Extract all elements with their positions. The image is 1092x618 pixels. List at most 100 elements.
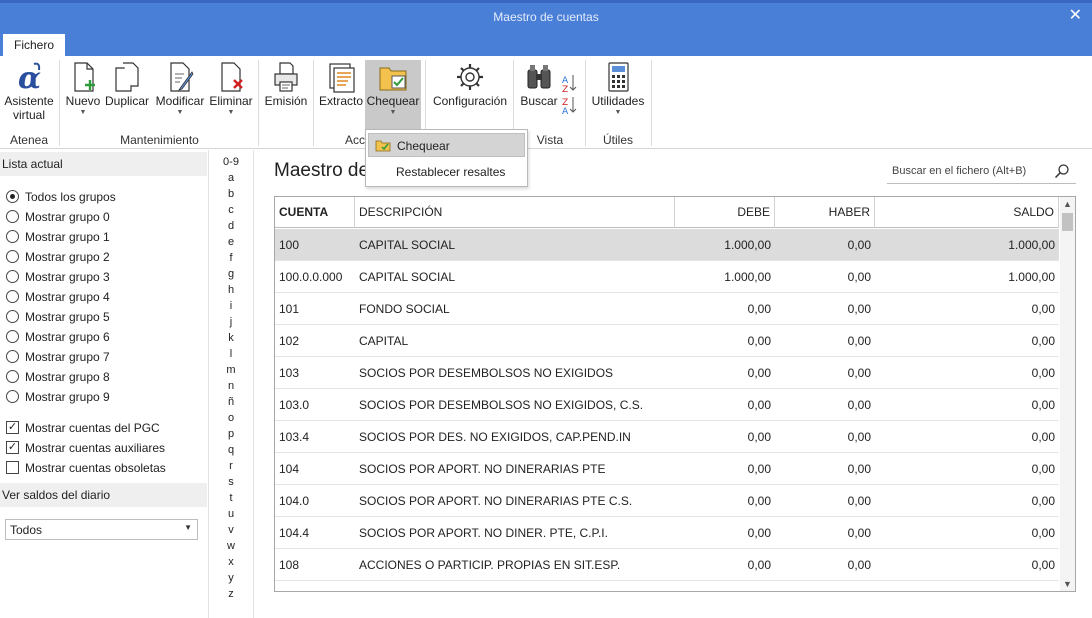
checkbox-icon[interactable] bbox=[6, 461, 19, 474]
menu-item-restablecer-resaltes[interactable]: Restablecer resaltes bbox=[396, 165, 505, 179]
alphabet-index-letter[interactable]: z bbox=[209, 588, 253, 600]
table-row[interactable]: 100 CAPITAL SOCIAL 1.000,00 0,00 1.000,00 bbox=[275, 229, 1059, 261]
alphabet-index-letter[interactable]: s bbox=[209, 476, 253, 488]
column-header-saldo[interactable]: SALDO bbox=[875, 197, 1059, 228]
close-icon[interactable]: ✕ bbox=[1069, 5, 1082, 25]
alphabet-index-letter[interactable]: f bbox=[209, 252, 253, 264]
alphabet-index-letter[interactable]: h bbox=[209, 284, 253, 296]
alphabet-index-letter[interactable]: 0-9 bbox=[209, 156, 253, 168]
configuracion-button[interactable]: Configuración bbox=[430, 60, 510, 126]
radio-circle-icon[interactable] bbox=[6, 310, 19, 323]
cell-debe: 0,00 bbox=[747, 462, 771, 476]
modificar-button[interactable]: Modificar ▼ bbox=[153, 60, 207, 126]
table-row[interactable]: 102 CAPITAL 0,00 0,00 0,00 bbox=[275, 325, 1059, 357]
chequear-button[interactable]: Chequear ▼ bbox=[365, 60, 421, 130]
alphabet-index-letter[interactable]: y bbox=[209, 572, 253, 584]
duplicar-button[interactable]: Duplicar bbox=[104, 60, 150, 126]
saldos-select[interactable]: Todos ▼ bbox=[5, 519, 198, 540]
alphabet-index-letter[interactable]: e bbox=[209, 236, 253, 248]
search-icon[interactable] bbox=[1054, 163, 1070, 179]
menu-item-chequear[interactable]: Chequear bbox=[368, 133, 525, 157]
checkbox-label: Mostrar cuentas del PGC bbox=[25, 421, 160, 435]
tab-fichero[interactable]: Fichero bbox=[3, 34, 65, 56]
emision-button[interactable]: Emisión bbox=[262, 60, 310, 126]
configuracion-label: Configuración bbox=[432, 94, 508, 108]
group-label-utiles: Útiles bbox=[602, 133, 633, 147]
radio-circle-icon[interactable] bbox=[6, 290, 19, 303]
table-row[interactable]: 103 SOCIOS POR DESEMBOLSOS NO EXIGIDOS 0,0… bbox=[275, 357, 1059, 389]
alphabet-index-letter[interactable]: ñ bbox=[209, 396, 253, 408]
radio-circle-icon[interactable] bbox=[6, 230, 19, 243]
search-field[interactable]: Buscar en el fichero (Alt+B) bbox=[887, 160, 1076, 184]
sort-az-icon[interactable]: A Z Z A bbox=[561, 72, 579, 114]
cell-haber: 0,00 bbox=[847, 334, 871, 348]
table-row[interactable]: 103.4 SOCIOS POR DES. NO EXIGIDOS, CAP.PE… bbox=[275, 421, 1059, 453]
extracto-button[interactable]: Extracto bbox=[318, 60, 364, 126]
radio-circle-icon[interactable] bbox=[6, 350, 19, 363]
table-row[interactable]: 104 SOCIOS POR APORT. NO DINERARIAS PTE 0,… bbox=[275, 453, 1059, 485]
alphabet-index-letter[interactable]: m bbox=[209, 364, 253, 376]
new-document-icon bbox=[74, 62, 95, 92]
checkbox-icon[interactable]: ✓ bbox=[6, 421, 19, 434]
chevron-down-icon: ▼ bbox=[184, 523, 192, 532]
radio-circle-icon[interactable] bbox=[6, 190, 19, 203]
alphabet-index-letter[interactable]: n bbox=[209, 380, 253, 392]
alphabet-index-letter[interactable]: o bbox=[209, 412, 253, 424]
alphabet-index-letter[interactable]: t bbox=[209, 492, 253, 504]
radio-circle-icon[interactable] bbox=[6, 370, 19, 383]
column-header-descripcion[interactable]: DESCRIPCIÓN bbox=[355, 197, 675, 228]
modificar-dropdown-arrow-icon[interactable]: ▼ bbox=[153, 108, 207, 118]
table-row[interactable]: 101 FONDO SOCIAL 0,00 0,00 0,00 bbox=[275, 293, 1059, 325]
chequear-dropdown-arrow-icon[interactable]: ▼ bbox=[365, 108, 421, 118]
alphabet-index-letter[interactable]: g bbox=[209, 268, 253, 280]
alphabet-index-letter[interactable]: p bbox=[209, 428, 253, 440]
table-row[interactable]: 104.0 SOCIOS POR APORT. NO DINERARIAS PTE… bbox=[275, 485, 1059, 517]
cell-descripcion: SOCIOS POR APORT. NO DINER. PTE, C.P.I. bbox=[359, 526, 608, 540]
alphabet-index-letter[interactable]: u bbox=[209, 508, 253, 520]
asistente-virtual-button[interactable]: α Asistente virtual bbox=[2, 60, 56, 126]
alphabet-index-letter[interactable]: r bbox=[209, 460, 253, 472]
gear-icon bbox=[457, 64, 483, 90]
svg-text:α: α bbox=[18, 61, 41, 94]
alphabet-index-letter[interactable]: v bbox=[209, 524, 253, 536]
radio-circle-icon[interactable] bbox=[6, 390, 19, 403]
checkbox-icon[interactable]: ✓ bbox=[6, 441, 19, 454]
alphabet-index-letter[interactable]: i bbox=[209, 300, 253, 312]
vertical-scrollbar[interactable]: ▲ ▼ bbox=[1060, 197, 1075, 591]
radio-circle-icon[interactable] bbox=[6, 330, 19, 343]
table-row[interactable]: 104.4 SOCIOS POR APORT. NO DINER. PTE, C.… bbox=[275, 517, 1059, 549]
alphabet-index-letter[interactable]: d bbox=[209, 220, 253, 232]
alphabet-index-letter[interactable]: b bbox=[209, 188, 253, 200]
alphabet-index-letter[interactable]: l bbox=[209, 348, 253, 360]
scroll-up-icon[interactable]: ▲ bbox=[1060, 199, 1075, 209]
utilidades-dropdown-arrow-icon[interactable]: ▼ bbox=[590, 108, 646, 118]
alphabet-index-letter[interactable]: c bbox=[209, 204, 253, 216]
alphabet-index-letter[interactable]: x bbox=[209, 556, 253, 568]
column-header-debe[interactable]: DEBE bbox=[675, 197, 775, 228]
alphabet-index-letter[interactable]: j bbox=[209, 316, 253, 328]
column-header-cuenta[interactable]: CUENTA bbox=[275, 197, 355, 228]
cell-haber: 0,00 bbox=[847, 430, 871, 444]
table-row[interactable]: 100.0.0.000 CAPITAL SOCIAL 1.000,00 0,00 1.0… bbox=[275, 261, 1059, 293]
alphabet-index-letter[interactable]: w bbox=[209, 540, 253, 552]
eliminar-button[interactable]: Eliminar ▼ bbox=[209, 60, 253, 126]
title-bar: Maestro de cuentas ✕ bbox=[0, 0, 1092, 34]
buscar-button[interactable]: Buscar bbox=[518, 60, 560, 126]
scrollbar-thumb[interactable] bbox=[1062, 213, 1073, 231]
nuevo-button[interactable]: Nuevo ▼ bbox=[64, 60, 102, 126]
table-row[interactable]: 108 ACCIONES O PARTICIP. PROPIAS EN SIT.E… bbox=[275, 549, 1059, 581]
table-row[interactable]: 103.0 SOCIOS POR DESEMBOLSOS NO EXIGIDOS,… bbox=[275, 389, 1059, 421]
alphabet-index-letter[interactable]: q bbox=[209, 444, 253, 456]
radio-circle-icon[interactable] bbox=[6, 210, 19, 223]
radio-circle-icon[interactable] bbox=[6, 270, 19, 283]
eliminar-dropdown-arrow-icon[interactable]: ▼ bbox=[209, 108, 253, 118]
radio-circle-icon[interactable] bbox=[6, 250, 19, 263]
alphabet-index-letter[interactable]: a bbox=[209, 172, 253, 184]
utilidades-button[interactable]: Utilidades ▼ bbox=[590, 60, 646, 126]
alphabet-index-letter[interactable]: k bbox=[209, 332, 253, 344]
search-input[interactable]: Buscar en el fichero (Alt+B) bbox=[892, 165, 1026, 177]
scroll-down-icon[interactable]: ▼ bbox=[1060, 579, 1075, 589]
nuevo-dropdown-arrow-icon[interactable]: ▼ bbox=[64, 108, 102, 118]
cell-saldo: 0,00 bbox=[1031, 302, 1055, 316]
column-header-haber[interactable]: HABER bbox=[775, 197, 875, 228]
